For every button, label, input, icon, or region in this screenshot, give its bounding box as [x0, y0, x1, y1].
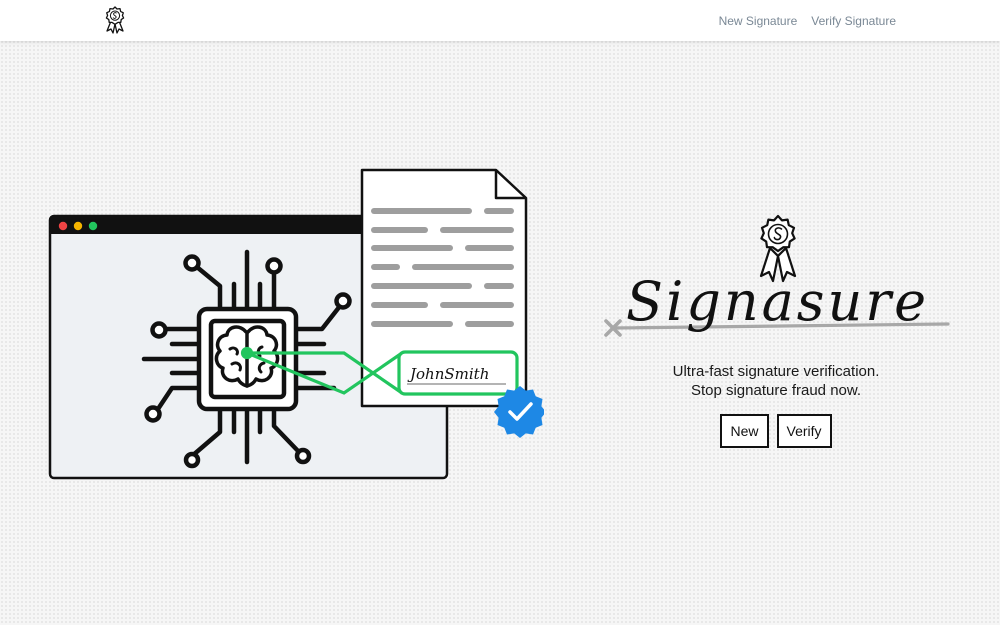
navbar: New Signature Verify Signature	[0, 0, 1000, 41]
cta-row: New Verify	[596, 414, 956, 448]
window-close-dot	[58, 221, 68, 231]
brand-wordmark-text: Signasure	[626, 270, 929, 333]
brand-block: Signasure Ultra-fast signature verificat…	[596, 210, 956, 460]
hero-illustration: JohnSmith	[48, 168, 544, 480]
nav-new-signature-link[interactable]: New Signature	[719, 14, 798, 28]
tagline-line-2: Stop signature fraud now.	[690, 382, 862, 399]
verify-button[interactable]: Verify	[776, 414, 832, 448]
signature-sample-text: JohnSmith	[407, 365, 489, 383]
nav-links: New Signature Verify Signature	[719, 14, 896, 28]
new-button[interactable]: New	[720, 414, 769, 448]
nav-verify-signature-link[interactable]: Verify Signature	[811, 14, 896, 28]
tagline: Ultra-fast signature verification. Stop …	[596, 362, 956, 400]
tagline-line-1: Ultra-fast signature verification.	[672, 363, 880, 380]
brand-wordmark: Signasure	[604, 270, 950, 337]
window-maximize-dot	[88, 221, 98, 231]
window-minimize-dot	[73, 221, 83, 231]
ribbon-badge-icon[interactable]	[104, 6, 126, 34]
